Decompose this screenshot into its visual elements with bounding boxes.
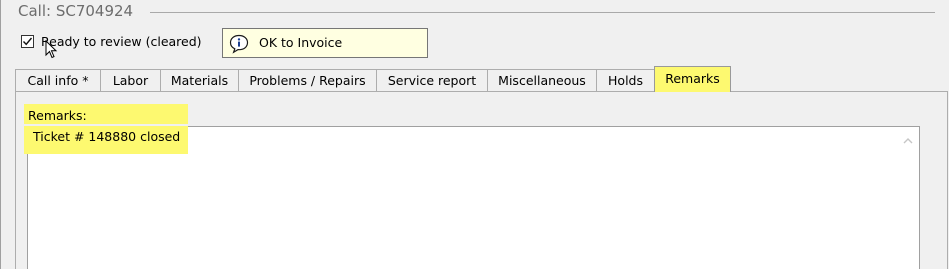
ok-to-invoice-text: OK to Invoice — [259, 35, 343, 50]
group-divider — [150, 12, 935, 13]
tab-service-report[interactable]: Service report — [376, 69, 488, 91]
ok-to-invoice-badge: OK to Invoice — [222, 28, 428, 58]
tab-miscellaneous[interactable]: Miscellaneous — [487, 69, 597, 91]
remarks-label: Remarks: — [28, 108, 87, 123]
remarks-text-line[interactable]: Ticket # 148880 closed — [33, 129, 180, 144]
tab-labor[interactable]: Labor — [100, 69, 161, 91]
checkmark-icon — [22, 37, 33, 46]
ready-to-review-label[interactable]: Ready to review (cleared) — [41, 34, 202, 49]
remarks-scrollbar[interactable] — [898, 127, 919, 269]
tab-call-info[interactable]: Call info * — [15, 69, 101, 91]
info-icon — [229, 34, 249, 57]
window-left-border — [0, 0, 1, 269]
scroll-up-arrow-icon[interactable] — [903, 133, 913, 147]
tab-remarks[interactable]: Remarks — [654, 66, 731, 92]
tab-problems-repairs[interactable]: Problems / Repairs — [238, 69, 377, 91]
tab-materials[interactable]: Materials — [160, 69, 239, 91]
mouse-cursor-icon — [45, 39, 58, 63]
tab-holds[interactable]: Holds — [596, 69, 655, 91]
ready-to-review-checkbox[interactable] — [21, 35, 34, 48]
call-group-title: Call: SC704924 — [18, 2, 134, 20]
